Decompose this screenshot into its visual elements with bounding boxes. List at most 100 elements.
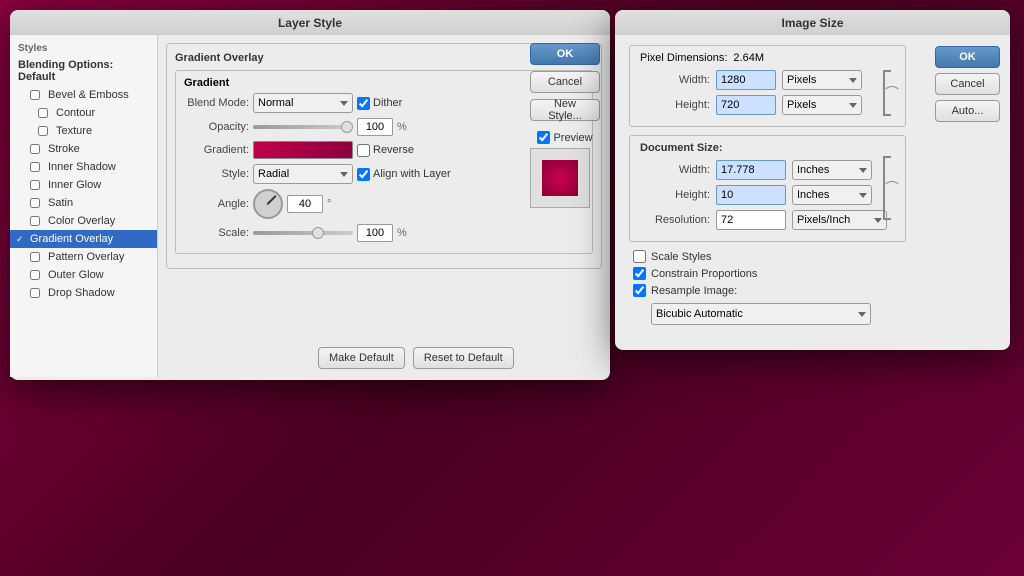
reverse-checkbox-label[interactable]: Reverse — [357, 144, 414, 157]
resolution-unit-select[interactable]: Pixels/Inch — [792, 210, 887, 230]
checkboxes-section: Scale Styles Constrain Proportions Resam… — [629, 250, 996, 325]
satin-checkbox[interactable] — [30, 198, 40, 208]
preview-checkbox-label[interactable]: Preview — [530, 131, 600, 144]
stroke-checkbox[interactable] — [30, 144, 40, 154]
scale-input[interactable] — [357, 224, 393, 242]
opacity-label: Opacity: — [184, 121, 249, 133]
doc-height-row: Height: Inches — [640, 185, 895, 205]
angle-dial[interactable] — [253, 189, 283, 219]
sidebar-item-bevel-emboss[interactable]: Bevel & Emboss — [10, 86, 157, 104]
doc-width-input[interactable] — [716, 160, 786, 180]
contour-checkbox[interactable] — [38, 108, 48, 118]
outer-glow-checkbox[interactable] — [30, 270, 40, 280]
sidebar-item-pattern-overlay[interactable]: Pattern Overlay — [10, 248, 157, 266]
sidebar-item-satin[interactable]: Satin — [10, 194, 157, 212]
pixel-width-row: Width: Pixels ⌒ — [640, 70, 895, 90]
sidebar-item-drop-shadow[interactable]: Drop Shadow — [10, 284, 157, 302]
texture-checkbox[interactable] — [38, 126, 48, 136]
pixel-dim-header: Pixel Dimensions: 2.64M — [640, 52, 895, 64]
pattern-overlay-checkbox[interactable] — [30, 252, 40, 262]
image-ok-button[interactable]: OK — [935, 46, 1000, 68]
doc-height-label: Height: — [640, 189, 710, 201]
drop-shadow-label: Drop Shadow — [48, 287, 115, 299]
bevel-emboss-checkbox[interactable] — [30, 90, 40, 100]
doc-size-label: Document Size: — [640, 142, 895, 154]
sidebar-item-stroke[interactable]: Stroke — [10, 140, 157, 158]
layer-style-dialog: Layer Style Styles Blending Options: Def… — [10, 10, 610, 380]
align-layer-label: Align with Layer — [373, 168, 451, 180]
opacity-slider[interactable] — [253, 125, 353, 129]
inner-shadow-checkbox[interactable] — [30, 162, 40, 172]
sidebar-item-texture[interactable]: Texture — [10, 122, 157, 140]
reverse-label: Reverse — [373, 144, 414, 156]
opacity-input[interactable] — [357, 118, 393, 136]
constrain-proportions-label: Constrain Proportions — [651, 268, 757, 280]
texture-label: Texture — [56, 125, 92, 137]
sidebar-item-color-overlay[interactable]: Color Overlay — [10, 212, 157, 230]
gradient-label: Gradient: — [184, 144, 249, 156]
scale-styles-row: Scale Styles — [633, 250, 992, 263]
scale-slider[interactable] — [253, 231, 353, 235]
inner-glow-checkbox[interactable] — [30, 180, 40, 190]
sidebar-item-inner-glow[interactable]: Inner Glow — [10, 176, 157, 194]
dither-checkbox[interactable] — [357, 97, 370, 110]
scale-slider-container: % — [253, 224, 584, 242]
sidebar-item-contour[interactable]: Contour — [10, 104, 157, 122]
doc-height-input[interactable] — [716, 185, 786, 205]
scale-percent: % — [397, 227, 407, 239]
resolution-row: Resolution: Pixels/Inch — [640, 210, 895, 230]
preview-checkbox[interactable] — [537, 131, 550, 144]
satin-label: Satin — [48, 197, 73, 209]
scale-row: Scale: % — [184, 224, 584, 242]
style-row: Style: Radial Align with Layer — [184, 164, 584, 184]
scale-styles-checkbox[interactable] — [633, 250, 646, 263]
drop-shadow-checkbox[interactable] — [30, 288, 40, 298]
blend-mode-select[interactable]: Normal — [253, 93, 353, 113]
scale-label: Scale: — [184, 227, 249, 239]
resample-image-checkbox[interactable] — [633, 284, 646, 297]
pixel-height-input[interactable] — [716, 95, 776, 115]
gradient-overlay-checkmark: ✓ — [16, 234, 24, 245]
contour-label: Contour — [56, 107, 95, 119]
make-default-button[interactable]: Make Default — [318, 347, 405, 369]
doc-width-unit-select[interactable]: Inches — [792, 160, 872, 180]
image-size-dialog: Image Size OK Cancel Auto... Pixel Dimen… — [615, 10, 1010, 350]
dither-label: Dither — [373, 97, 402, 109]
sidebar-item-gradient-overlay[interactable]: ✓ Gradient Overlay — [10, 230, 157, 248]
image-size-buttons: OK Cancel Auto... — [935, 46, 1000, 122]
image-auto-button[interactable]: Auto... — [935, 100, 1000, 122]
pixel-width-input[interactable] — [716, 70, 776, 90]
style-select[interactable]: Radial — [253, 164, 353, 184]
pixel-chain-bracket: ⌒ — [883, 70, 899, 116]
sidebar-item-inner-shadow[interactable]: Inner Shadow — [10, 158, 157, 176]
doc-chain-link-icon: ⌒ — [885, 181, 899, 195]
align-layer-checkbox-label[interactable]: Align with Layer — [357, 168, 451, 181]
cancel-button[interactable]: Cancel — [530, 71, 600, 93]
ok-button[interactable]: OK — [530, 43, 600, 65]
resolution-input[interactable] — [716, 210, 786, 230]
new-style-button[interactable]: New Style... — [530, 99, 600, 121]
layer-style-main-panel: Gradient Overlay Gradient Blend Mode: No… — [158, 35, 610, 377]
preview-label: Preview — [553, 132, 592, 144]
pixel-dim-value: 2.64M — [733, 52, 764, 64]
reset-to-default-button[interactable]: Reset to Default — [413, 347, 514, 369]
pixel-height-unit-select[interactable]: Pixels — [782, 95, 862, 115]
inner-shadow-label: Inner Shadow — [48, 161, 116, 173]
resample-method-select[interactable]: Bicubic Automatic Bicubic Bilinear Neare… — [651, 303, 871, 325]
angle-input[interactable] — [287, 195, 323, 213]
image-size-title: Image Size — [615, 10, 1010, 35]
color-overlay-checkbox[interactable] — [30, 216, 40, 226]
image-cancel-button[interactable]: Cancel — [935, 73, 1000, 95]
pixel-width-unit-select[interactable]: Pixels — [782, 70, 862, 90]
constrain-proportions-checkbox[interactable] — [633, 267, 646, 280]
reverse-checkbox[interactable] — [357, 144, 370, 157]
pixel-height-row: Height: Pixels — [640, 95, 895, 115]
gradient-swatch[interactable] — [253, 141, 353, 159]
dither-checkbox-label[interactable]: Dither — [357, 97, 402, 110]
align-layer-checkbox[interactable] — [357, 168, 370, 181]
document-size-section: Document Size: Width: Inches ⌒ Height: — [629, 135, 906, 242]
sidebar-blending-options[interactable]: Blending Options: Default — [10, 56, 157, 86]
doc-height-unit-select[interactable]: Inches — [792, 185, 872, 205]
sidebar-item-outer-glow[interactable]: Outer Glow — [10, 266, 157, 284]
gradient-row: Gradient: Reverse — [184, 141, 584, 159]
